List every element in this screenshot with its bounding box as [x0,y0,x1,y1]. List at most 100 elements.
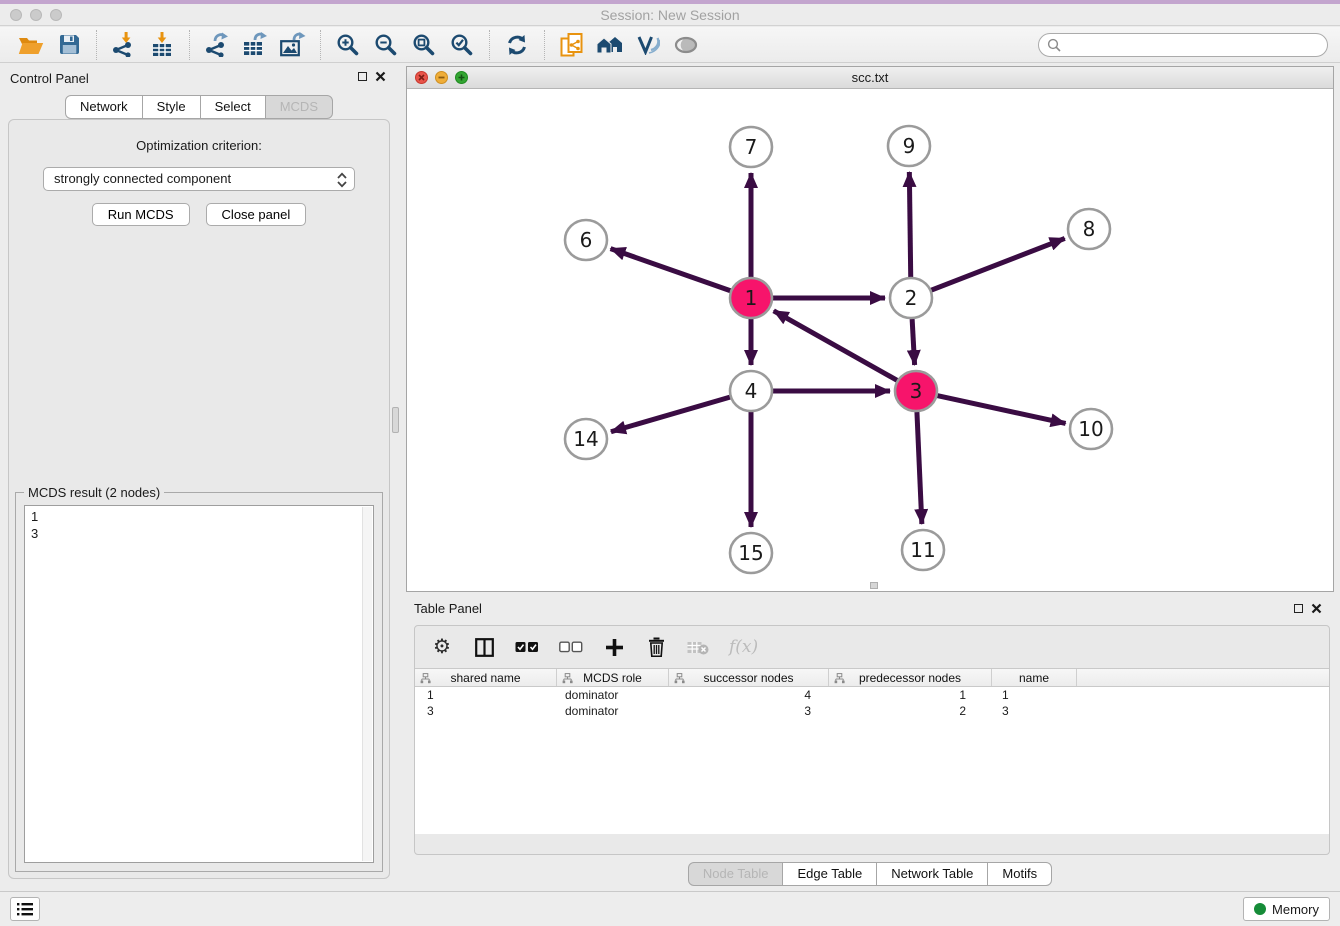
titlebar-accent-strip [0,0,1340,4]
tab-node-table[interactable]: Node Table [688,862,784,886]
graph-node-14[interactable]: 14 [565,419,607,459]
graph-node-1[interactable]: 1 [730,278,772,318]
close-panel-icon[interactable] [1311,603,1322,614]
table-row[interactable]: 3dominator323 [415,703,1329,719]
tab-style[interactable]: Style [142,95,201,119]
graph-node-8[interactable]: 8 [1068,209,1110,249]
column-header-MCDS-role[interactable]: MCDS role [557,669,669,686]
node-label-11: 11 [910,538,935,562]
float-panel-icon[interactable] [1294,604,1303,613]
table-cell: 1 [992,687,1077,703]
graph-edge-2-3[interactable] [912,319,914,365]
criterion-select[interactable]: strongly connected component [43,167,355,191]
column-header-name[interactable]: name [992,669,1077,686]
export-image-button[interactable] [274,29,312,61]
zoom-selected-button[interactable] [443,29,481,61]
node-label-2: 2 [905,286,918,310]
graph-node-7[interactable]: 7 [730,127,772,167]
zoom-out-button[interactable] [367,29,405,61]
add-column-icon[interactable] [603,638,625,657]
graph-edge-3-11[interactable] [917,412,922,524]
status-bar: Memory [0,891,1340,926]
tab-edge-table[interactable]: Edge Table [782,862,877,886]
zoom-in-button[interactable] [329,29,367,61]
network-window-titlebar[interactable]: scc.txt [407,67,1333,89]
export-network-icon [205,32,229,57]
table-cell: dominator [557,703,669,719]
task-history-button[interactable] [10,897,40,921]
graph-edge-1-6[interactable] [611,249,732,291]
float-panel-icon[interactable] [358,72,367,81]
table-row[interactable]: 1dominator411 [415,687,1329,703]
export-network-button[interactable] [198,29,236,61]
network-title: scc.txt [407,70,1333,85]
mcds-result-area[interactable]: 1 3 [24,505,374,863]
table-cell: 3 [669,703,829,719]
save-session-button[interactable] [50,29,88,61]
graph-node-2[interactable]: 2 [890,278,932,318]
graph-edge-2-9[interactable] [909,172,910,277]
column-header-shared-name[interactable]: shared name [415,669,557,686]
tab-mcds[interactable]: MCDS [265,95,333,119]
zoom-fit-icon [412,33,436,57]
table-cell: 4 [669,687,829,703]
node-label-15: 15 [738,541,763,565]
export-table-button[interactable] [236,29,274,61]
result-scrollbar[interactable] [362,507,372,861]
graph-node-4[interactable]: 4 [730,371,772,411]
memory-button[interactable]: Memory [1243,897,1330,921]
split-pane-handle[interactable] [392,407,399,433]
network-canvas[interactable]: 7 9 6 8 1 2 4 3 14 10 15 11 [407,89,1333,591]
graph-node-15[interactable]: 15 [730,533,772,573]
import-network-button[interactable] [105,29,143,61]
window-title: Session: New Session [0,7,1340,23]
graph-edge-3-1[interactable] [774,311,898,381]
graph-node-11[interactable]: 11 [902,530,944,570]
show-hide-button[interactable] [667,29,705,61]
network-graph[interactable]: 7 9 6 8 1 2 4 3 14 10 15 11 [407,89,1333,591]
tab-select[interactable]: Select [200,95,266,119]
graph-edge-4-14[interactable] [611,397,731,432]
mcds-result-title: MCDS result (2 nodes) [24,485,164,500]
select-all-rows-icon[interactable] [515,641,539,653]
homes-icon [596,35,624,55]
import-table-button[interactable] [143,29,181,61]
style-visibility-button[interactable] [629,29,667,61]
copy-view-button[interactable] [553,29,591,61]
zoom-fit-button[interactable] [405,29,443,61]
run-mcds-button[interactable]: Run MCDS [92,203,190,226]
graph-node-9[interactable]: 9 [888,126,930,166]
optimization-criterion-label: Optimization criterion: [9,138,389,153]
apply-layout-button[interactable] [498,29,536,61]
graph-node-10[interactable]: 10 [1070,409,1112,449]
graph-node-3[interactable]: 3 [895,371,937,411]
table-toolbar: ⚙ [415,626,1329,668]
import-table-icon [151,32,173,57]
criterion-selected-value: strongly connected component [54,171,231,186]
graph-node-6[interactable]: 6 [565,220,607,260]
tab-network[interactable]: Network [65,95,143,119]
column-header-successor-nodes[interactable]: successor nodes [669,669,829,686]
node-label-8: 8 [1083,217,1096,241]
graph-edge-2-8[interactable] [931,238,1065,290]
deselect-all-rows-icon[interactable] [559,641,583,653]
graph-edge-3-10[interactable] [937,395,1066,423]
open-session-button[interactable] [12,29,50,61]
table-settings-gear-icon[interactable]: ⚙ [431,637,453,657]
home-view-button[interactable] [591,29,629,61]
close-panel-button[interactable]: Close panel [206,203,307,226]
search-input[interactable] [1066,35,1327,55]
delete-column-icon[interactable] [645,637,667,657]
import-network-icon [112,32,136,57]
node-label-1: 1 [745,286,758,310]
global-search-box[interactable] [1038,33,1328,57]
tab-motifs[interactable]: Motifs [987,862,1052,886]
main-toolbar [0,27,1340,63]
column-header-predecessor-nodes[interactable]: predecessor nodes [829,669,992,686]
toolbar-separator [96,30,97,60]
close-panel-icon[interactable] [375,71,386,82]
function-builder-icon-disabled: f(x) [729,637,758,657]
tab-network-table[interactable]: Network Table [876,862,988,886]
canvas-scroll-thumb[interactable] [870,582,878,589]
show-columns-icon[interactable] [473,638,495,657]
